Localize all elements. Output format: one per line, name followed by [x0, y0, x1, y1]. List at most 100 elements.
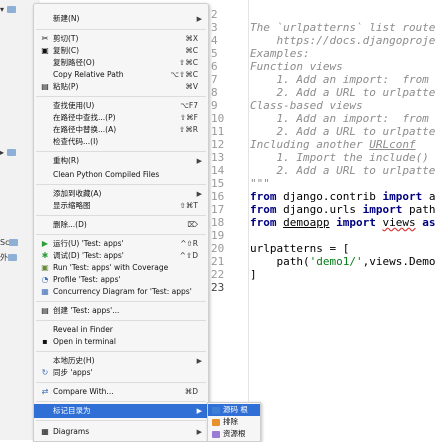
tree-row[interactable]: 外 — [0, 252, 19, 266]
menu-item[interactable]: ▤ 粘贴(P) ⌘V — [34, 80, 208, 94]
code-line[interactable]: from demoapp import views as — [250, 216, 435, 229]
code-line[interactable]: https://docs.djangoproje — [250, 34, 435, 47]
menu-item-label: 创建 'Test: apps'... — [53, 306, 120, 315]
debug-icon: ✱ — [41, 251, 49, 260]
code-line[interactable]: 1. Add an import: from — [250, 73, 428, 86]
code-line[interactable]: Including another URLconf — [250, 138, 416, 151]
menu-separator — [36, 351, 206, 352]
tree-row[interactable]: ▸ — [0, 148, 18, 162]
menu-item-shortcut: ⌘D — [184, 387, 198, 396]
menu-item[interactable]: 检查代码...(I) — [34, 135, 208, 149]
menu-item-label: 新建(N) — [53, 14, 80, 23]
menu-item[interactable]: 删除...(D) ⌦ — [34, 218, 208, 232]
code-line[interactable]: Examples: — [250, 47, 310, 60]
menu-item[interactable]: ↻ 同步 'apps' — [34, 366, 208, 380]
line-number: 3 — [211, 21, 218, 34]
create-config-icon: ▤ — [41, 306, 49, 315]
menu-separator — [36, 301, 206, 302]
menu-item-label: Open in terminal — [53, 337, 116, 346]
code-line[interactable]: ] — [250, 268, 257, 281]
line-number: 12 — [211, 138, 225, 151]
menu-item-label: 删除...(D) — [53, 220, 87, 229]
submenu-item[interactable]: 资源根 — [208, 428, 260, 440]
code-line[interactable]: Class-based views — [250, 99, 363, 112]
tree-row[interactable]: Sc — [0, 238, 20, 252]
line-number: 19 — [211, 229, 225, 242]
line-number: 6 — [211, 60, 218, 73]
submenu-arrow-icon: ▶ — [196, 428, 202, 436]
menu-item-label: 同步 'apps' — [53, 368, 93, 377]
code-line[interactable]: 2. Add a URL to urlpatte — [250, 86, 435, 99]
menu-separator — [36, 96, 206, 97]
code-line[interactable]: from django.urls import path — [250, 203, 435, 216]
line-number: 16 — [211, 190, 225, 203]
menu-item[interactable]: ▪ Open in terminal — [34, 335, 208, 349]
code-line[interactable]: 1. Add an import: from — [250, 112, 428, 125]
folder-icon — [9, 239, 19, 246]
submenu-arrow-icon: ▶ — [196, 157, 202, 165]
compare-icon: ⇄ — [41, 387, 49, 396]
menu-item-label: Compare With... — [53, 387, 114, 396]
diagrams-icon: ▦ — [41, 427, 49, 436]
menu-separator — [36, 215, 206, 216]
folder-icon — [6, 149, 16, 156]
sources-root-icon — [212, 406, 220, 414]
menu-item-label: 标记目录为 — [53, 406, 91, 415]
menu-item[interactable]: 显示缩略图 ⇧⌘T — [34, 199, 208, 213]
code-line[interactable]: The `urlpatterns` list route — [250, 21, 435, 34]
menu-item[interactable]: 新建(N) ▶ — [34, 12, 208, 26]
menu-item-shortcut: ⌘V — [185, 82, 198, 91]
code-line[interactable]: 2. Add a URL to urlpatte — [250, 164, 435, 177]
code-line[interactable]: path('demo1/',views.Demo — [250, 255, 435, 268]
menu-item[interactable]: ▦ Diagrams ▶ — [34, 425, 208, 439]
code-line[interactable]: 2. Add a URL to urlpatte — [250, 125, 435, 138]
mark-directory-submenu: 源码 根排除 资源根 — [207, 402, 261, 442]
line-number: 11 — [211, 125, 225, 138]
coverage-icon: ▣ — [41, 263, 49, 272]
folder-icon — [6, 6, 16, 13]
terminal-icon: ▪ — [42, 337, 48, 346]
menu-separator — [36, 234, 206, 235]
submenu-item-label: 源码 根 — [223, 405, 248, 414]
context-menu: 新建(N) ▶ ✂ 剪切(T) ⌘X ▣ 复制(C) ⌘C 复制路径(O) ⇧⌘C Copy Rel… — [33, 3, 209, 442]
submenu-item-label: 排除 — [223, 417, 238, 426]
submenu-arrow-icon: ▶ — [196, 407, 202, 415]
menu-separator — [36, 29, 206, 30]
code-line[interactable]: from django.contrib import a — [250, 190, 435, 203]
submenu-item[interactable]: 排除 — [208, 416, 260, 428]
line-number-gutter: 2 3 4 5 6 7 8 9 10 11 12 13 14 15 16 17 18 19 20 21 22 23 — [205, 0, 249, 440]
menu-separator — [36, 184, 206, 185]
submenu-item-label: 资源根 — [223, 429, 246, 438]
line-number: 21 — [211, 255, 225, 268]
menu-item[interactable]: Clean Python Compiled Files — [34, 168, 208, 182]
run-icon: ▶ — [41, 239, 49, 248]
menu-separator — [36, 401, 206, 402]
line-number: 13 — [211, 151, 225, 164]
cut-icon: ✂ — [41, 34, 49, 43]
submenu-item[interactable]: 源码 根 — [208, 404, 260, 416]
code-line[interactable]: """ — [250, 177, 270, 190]
line-number: 18 — [211, 216, 225, 229]
code-line[interactable]: 1. Import the include() — [250, 151, 428, 164]
menu-item[interactable]: 标记目录为 ▶ — [34, 404, 208, 418]
menu-item[interactable]: ▦ Concurrency Diagram for 'Test: apps' — [34, 285, 208, 299]
excluded-icon — [212, 418, 220, 426]
paste-icon: ▤ — [41, 82, 49, 91]
line-number: 4 — [211, 34, 218, 47]
line-number: 2 — [211, 8, 218, 21]
menu-separator — [36, 320, 206, 321]
code-editor[interactable]: The `urlpatterns` list route https://doc… — [248, 0, 443, 440]
code-line[interactable]: urlpatterns = [ — [250, 242, 349, 255]
menu-separator — [36, 151, 206, 152]
menu-item-shortcut: ⌦ — [187, 220, 198, 229]
copy-icon: ▣ — [41, 46, 49, 55]
menu-item[interactable]: ▤ 创建 'Test: apps'... — [34, 304, 208, 318]
menu-item[interactable]: ⇄ Compare With... ⌘D — [34, 385, 208, 399]
submenu-arrow-icon: ▶ — [196, 15, 202, 23]
code-line[interactable]: Function views — [250, 60, 343, 73]
line-number: 15 — [211, 177, 225, 190]
menu-item[interactable]: 重构(R) ▶ — [34, 154, 208, 168]
line-number: 22 — [211, 268, 225, 281]
line-number: 8 — [211, 86, 218, 99]
tree-row[interactable]: ▾ — [0, 5, 18, 19]
